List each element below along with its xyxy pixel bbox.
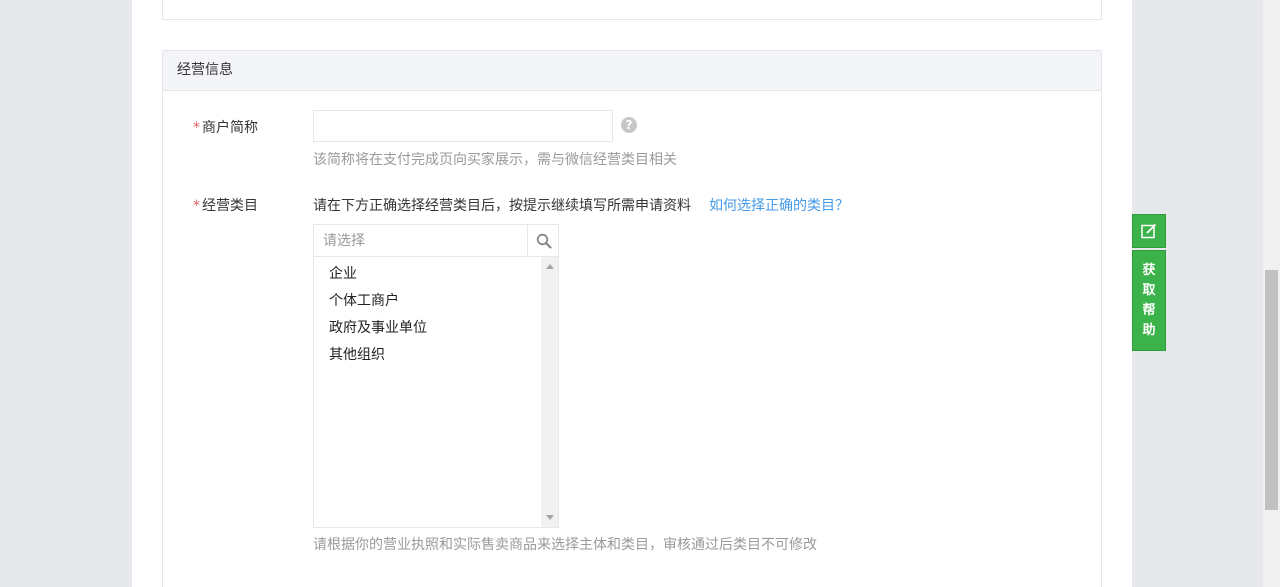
section-title: 经营信息 xyxy=(163,51,1101,91)
category-label-text: 经营类目 xyxy=(202,198,258,214)
category-option-government[interactable]: 政府及事业单位 xyxy=(314,315,541,342)
help-char: 取 xyxy=(1142,283,1156,298)
business-info-section: 经营信息 * 商户简称 ? 该简称将在支付完成页向买家展示，需与微信经营类目相关 … xyxy=(162,50,1102,587)
merchant-name-label: * 商户简称 xyxy=(193,117,258,137)
question-icon[interactable]: ? xyxy=(621,117,637,133)
search-icon xyxy=(536,233,552,249)
category-instruction: 请在下方正确选择经营类目后，按提示继续填写所需申请资料 xyxy=(313,198,691,214)
merchant-name-hint: 该简称将在支付完成页向买家展示，需与微信经营类目相关 xyxy=(313,152,677,168)
edit-icon xyxy=(1141,223,1157,239)
category-select: 企业 个体工商户 政府及事业单位 其他组织 xyxy=(313,224,559,528)
merchant-name-label-text: 商户简称 xyxy=(202,120,258,136)
merchant-name-input[interactable] xyxy=(313,110,613,142)
category-option-individual[interactable]: 个体工商户 xyxy=(314,288,541,315)
category-option-enterprise[interactable]: 企业 xyxy=(314,261,541,288)
scroll-down-arrow[interactable] xyxy=(546,515,554,520)
floating-toolbar: 获 取 帮 助 xyxy=(1132,214,1166,351)
page-scrollbar[interactable] xyxy=(1263,0,1280,587)
help-char: 帮 xyxy=(1142,303,1156,318)
required-mark: * xyxy=(193,120,200,136)
option-list-scrollbar[interactable] xyxy=(541,257,558,527)
how-to-choose-link[interactable]: 如何选择正确的类目？ xyxy=(709,195,849,215)
required-mark: * xyxy=(193,198,200,214)
help-char: 助 xyxy=(1142,323,1156,338)
search-button[interactable] xyxy=(527,225,558,256)
category-option-other[interactable]: 其他组织 xyxy=(314,342,541,369)
feedback-button[interactable] xyxy=(1132,214,1166,248)
category-hint: 请根据你的营业执照和实际售卖商品来选择主体和类目，审核通过后类目不可修改 xyxy=(313,537,817,553)
category-option-list: 企业 个体工商户 政府及事业单位 其他组织 xyxy=(314,257,541,527)
category-search-bar xyxy=(314,225,558,257)
page-card: 经营信息 * 商户简称 ? 该简称将在支付完成页向买家展示，需与微信经营类目相关 … xyxy=(132,0,1132,587)
page-scrollbar-thumb[interactable] xyxy=(1265,270,1278,510)
category-search-input[interactable] xyxy=(314,225,526,256)
previous-section xyxy=(162,0,1102,20)
get-help-button[interactable]: 获 取 帮 助 xyxy=(1132,250,1166,351)
help-char: 获 xyxy=(1142,263,1156,278)
scroll-up-arrow[interactable] xyxy=(546,264,554,269)
category-label: * 经营类目 xyxy=(193,195,258,215)
